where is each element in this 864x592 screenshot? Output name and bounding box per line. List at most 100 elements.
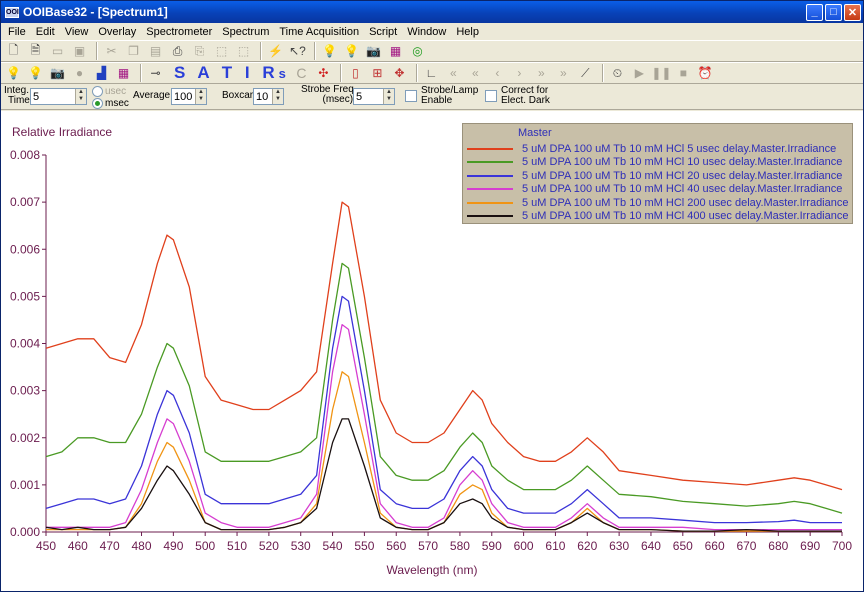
dark-button[interactable]: 💡 (4, 64, 23, 82)
overlay-button[interactable]: ▦ (114, 64, 133, 82)
pin-icon: ⊸ (150, 66, 161, 80)
integ-time-value[interactable]: 5 (31, 91, 75, 103)
step-back-button[interactable]: ‹ (488, 64, 507, 82)
pin-button[interactable]: ⊸ (146, 64, 165, 82)
lightning-button[interactable]: ⚡ (266, 42, 285, 60)
spin-up-icon[interactable]: ▲ (196, 89, 206, 96)
menu-view[interactable]: View (60, 26, 94, 38)
menu-bar: File Edit View Overlay Spectrometer Spec… (1, 23, 863, 40)
strobe-lamp-checkbox[interactable] (405, 90, 417, 102)
usec-radio[interactable] (92, 85, 103, 97)
probe-button[interactable]: ⟋ (576, 64, 595, 82)
legend-item[interactable]: 5 uM DPA 100 uM Tb 10 mM HCl 5 usec dela… (463, 142, 836, 155)
cursor-button[interactable]: ▯ (346, 64, 365, 82)
menu-help[interactable]: Help (451, 26, 484, 38)
record-button[interactable]: ● (70, 64, 89, 82)
store-button[interactable]: ▦ (386, 42, 405, 60)
boxcar-spinner[interactable]: 10 ▲ ▼ (253, 88, 284, 105)
last-button[interactable]: » (554, 64, 573, 82)
spin-down-icon[interactable]: ▼ (384, 96, 394, 103)
refresh-button[interactable]: ◎ (408, 42, 427, 60)
strobe-freq-value[interactable]: 5 (354, 91, 383, 103)
strobe-lamp-label: Strobe/Lamp Enable (421, 85, 479, 106)
print-preview-button[interactable]: ⎘ (190, 42, 209, 60)
close-button[interactable]: ✕ (844, 3, 861, 21)
spin-up-icon[interactable]: ▲ (76, 89, 86, 96)
import-button[interactable]: ⬚ (234, 42, 253, 60)
legend-label: 5 uM DPA 100 uM Tb 10 mM HCl 200 usec de… (522, 196, 849, 209)
play-button[interactable]: ▶ (630, 64, 649, 82)
move-button[interactable]: ✥ (390, 64, 409, 82)
boxcar-label: Boxcar (222, 90, 254, 101)
spin-down-icon[interactable]: ▼ (196, 96, 206, 103)
alarm-button[interactable]: ⏰ (696, 64, 715, 82)
menu-window[interactable]: Window (402, 26, 451, 38)
minimize-button[interactable]: _ (806, 3, 823, 21)
snapshot-button[interactable]: 📷 (364, 42, 383, 60)
legend-item[interactable]: 5 uM DPA 100 uM Tb 10 mM HCl 400 usec de… (463, 210, 848, 223)
x-tick-label: 600 (514, 539, 534, 553)
stop-button[interactable]: ■ (674, 64, 693, 82)
average-spinner[interactable]: 100 ▲ ▼ (171, 88, 207, 105)
menu-edit[interactable]: Edit (31, 26, 60, 38)
menu-spectrum[interactable]: Spectrum (217, 26, 274, 38)
new-document-button[interactable]: 🗎 (26, 42, 45, 60)
series-line-2[interactable] (45, 262, 843, 514)
timer-button[interactable]: ⏲ (608, 64, 627, 82)
next-button[interactable]: » (532, 64, 551, 82)
pause-button[interactable]: ❚❚ (651, 64, 671, 82)
average-value[interactable]: 100 (172, 91, 195, 103)
legend-item[interactable]: 5 uM DPA 100 uM Tb 10 mM HCl 40 usec del… (463, 183, 842, 196)
series-line-6[interactable] (45, 418, 842, 532)
elect-dark-checkbox[interactable] (485, 90, 497, 102)
spin-down-icon[interactable]: ▼ (76, 96, 86, 103)
title-bar[interactable]: OOI OOIBase32 - [Spectrum1] _ □ ✕ (1, 1, 863, 23)
legend-item[interactable]: 5 uM DPA 100 uM Tb 10 mM HCl 200 usec de… (463, 196, 848, 209)
legend-item[interactable]: 5 uM DPA 100 uM Tb 10 mM HCl 20 usec del… (463, 169, 842, 182)
scope-button[interactable]: ▟ (92, 64, 111, 82)
menu-spectrometer[interactable]: Spectrometer (141, 26, 217, 38)
strobe-lamp-enable[interactable]: Strobe/Lamp Enable (405, 86, 478, 106)
msec-radio[interactable] (92, 97, 103, 109)
series-line-3[interactable] (45, 295, 842, 524)
maximize-button[interactable]: □ (825, 3, 842, 21)
boxcar-value[interactable]: 10 (254, 91, 272, 103)
axes-button[interactable]: ∟ (422, 64, 441, 82)
reference-button[interactable]: 💡 (26, 64, 45, 82)
capture-button[interactable]: 📷 (48, 64, 67, 82)
correct-elect-dark[interactable]: Correct for Elect. Dark (485, 86, 550, 106)
double-right-icon: » (560, 66, 567, 80)
menu-file[interactable]: File (3, 26, 31, 38)
c-mode-button[interactable]: C (292, 64, 311, 82)
spin-up-icon[interactable]: ▲ (384, 89, 394, 96)
first-button[interactable]: « (444, 64, 463, 82)
open-button[interactable]: ▭ (48, 42, 67, 60)
copy-button[interactable]: ❐ (124, 42, 143, 60)
toolbar-separator (339, 64, 342, 82)
menu-overlay[interactable]: Overlay (93, 26, 141, 38)
crosshair-button[interactable]: ⊞ (368, 64, 387, 82)
menu-script[interactable]: Script (364, 26, 402, 38)
integ-time-spinner[interactable]: 5 ▲ ▼ (30, 88, 87, 105)
lamp-off-button[interactable]: 💡 (320, 42, 339, 60)
export-button[interactable]: ⬚ (212, 42, 231, 60)
legend-item[interactable]: 5 uM DPA 100 uM Tb 10 mM HCl 10 usec del… (463, 156, 842, 169)
spin-up-icon[interactable]: ▲ (273, 89, 283, 96)
satir-mode-selector[interactable]: S A T I Rs (174, 63, 286, 83)
prev-button[interactable]: « (466, 64, 485, 82)
lamp-on-button[interactable]: 💡 (342, 42, 361, 60)
new-file-button[interactable]: 🗋 (4, 42, 23, 60)
cut-button[interactable]: ✂ (102, 42, 121, 60)
paste-button[interactable]: ▤ (146, 42, 165, 60)
menu-time-acquisition[interactable]: Time Acquisition (274, 26, 364, 38)
step-forward-button[interactable]: › (510, 64, 529, 82)
spin-down-icon[interactable]: ▼ (273, 96, 283, 103)
save-button[interactable]: ▣ (70, 42, 89, 60)
y-tick-label: 0.005 (10, 289, 40, 303)
spectrum-graph[interactable]: 0.000 0.001 0.002 0.003 0.004 0.005 0.006 0.007… (1, 111, 863, 591)
context-help-button[interactable]: ↖? (288, 42, 307, 60)
strobe-freq-spinner[interactable]: 5 ▲ ▼ (353, 88, 395, 105)
color-button[interactable]: ✣ (314, 64, 333, 82)
print-button[interactable]: ⎙ (168, 42, 187, 60)
satir-letters[interactable]: S A T I R (174, 63, 279, 83)
